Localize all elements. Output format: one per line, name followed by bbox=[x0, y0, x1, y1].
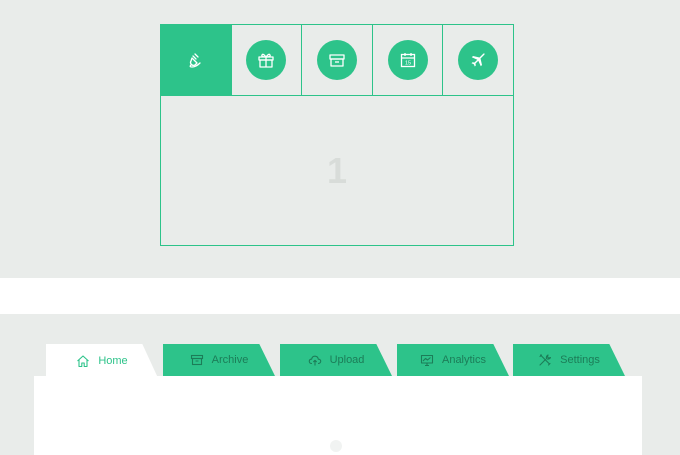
gift-icon bbox=[258, 53, 275, 68]
content-placeholder-dot bbox=[330, 440, 342, 452]
tools-icon bbox=[539, 354, 552, 366]
archive-icon bbox=[190, 354, 203, 366]
icon-circle bbox=[246, 40, 287, 80]
icon-tab-archive[interactable] bbox=[302, 25, 373, 95]
folder-tabs-demo-panel: Home Archive Upload Analytics Settings bbox=[0, 314, 680, 455]
tab-settings-label: Settings bbox=[560, 354, 600, 366]
icon-circle bbox=[458, 40, 499, 80]
airplane-icon bbox=[471, 53, 485, 67]
icon-tab-content: 1 bbox=[161, 96, 513, 246]
home-icon bbox=[77, 355, 90, 368]
icon-tab-widget: 15 1 bbox=[160, 24, 514, 246]
folder-tab-content bbox=[34, 376, 642, 455]
tab-archive-label: Archive bbox=[211, 354, 249, 366]
icon-tab-bar: 15 bbox=[161, 25, 513, 96]
tab-archive[interactable]: Archive bbox=[163, 344, 275, 376]
icon-tab-airplane[interactable] bbox=[443, 25, 513, 95]
content-panel-number: 1 bbox=[326, 150, 348, 191]
calendar-icon: 15 bbox=[400, 53, 415, 68]
archive-box-icon bbox=[329, 54, 345, 67]
calendar-day-number: 15 bbox=[405, 61, 411, 67]
monitor-icon bbox=[420, 354, 434, 367]
tab-analytics[interactable]: Analytics bbox=[397, 344, 509, 376]
tab-upload-label: Upload bbox=[329, 354, 365, 366]
cloud-upload-icon bbox=[308, 355, 321, 366]
tab-home-label: Home bbox=[98, 355, 128, 367]
icon-tab-calendar[interactable]: 15 bbox=[372, 25, 444, 95]
icon-circle: 15 bbox=[387, 40, 428, 80]
icon-circle bbox=[316, 40, 357, 80]
tab-upload[interactable]: Upload bbox=[280, 344, 392, 376]
plug-icon bbox=[189, 53, 201, 68]
tab-analytics-label: Analytics bbox=[441, 354, 487, 366]
icon-tabs-demo-panel: 15 1 bbox=[0, 0, 680, 278]
icon-circle bbox=[176, 40, 216, 80]
tab-settings[interactable]: Settings bbox=[513, 344, 625, 376]
tab-home[interactable]: Home bbox=[46, 344, 158, 378]
icon-tab-plug[interactable] bbox=[161, 25, 232, 95]
icon-tab-gift[interactable] bbox=[231, 25, 303, 95]
